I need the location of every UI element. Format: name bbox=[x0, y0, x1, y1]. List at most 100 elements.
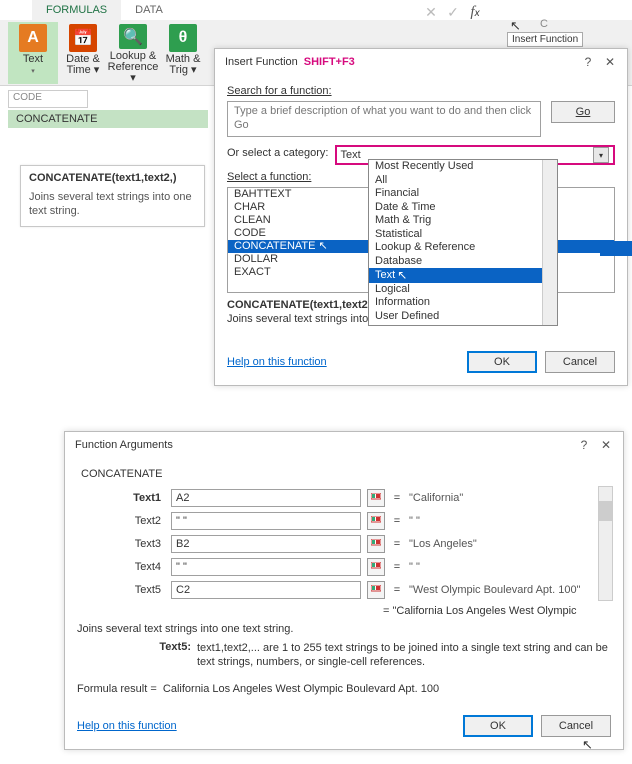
category-item[interactable]: Database bbox=[369, 255, 557, 269]
dialog-title: Function Arguments bbox=[75, 439, 173, 451]
arg-label: Text3 bbox=[77, 538, 165, 550]
text-icon: A bbox=[19, 24, 47, 52]
cancel-formula-icon[interactable]: ✕ bbox=[420, 2, 442, 22]
range-picker-button[interactable] bbox=[367, 512, 385, 530]
tab-data[interactable]: DATA bbox=[121, 0, 177, 20]
argument-row: Text3 = "Los Angeles" bbox=[77, 532, 611, 555]
name-box[interactable]: CODE bbox=[8, 90, 88, 108]
cancel-button[interactable]: Cancel bbox=[541, 715, 611, 737]
ok-button[interactable]: OK bbox=[467, 351, 537, 373]
arg-label: Text5 bbox=[77, 584, 165, 596]
ribbon-math-sub: Trig ▾ bbox=[169, 64, 196, 76]
combined-result: "California Los Angeles West Olympic bbox=[383, 605, 611, 617]
help-link[interactable]: Help on this function bbox=[77, 720, 177, 732]
category-item[interactable]: Lookup & Reference bbox=[369, 241, 557, 255]
theta-icon: θ bbox=[169, 24, 197, 52]
category-item[interactable]: Statistical bbox=[369, 228, 557, 242]
shortcut-label: SHIFT+F3 bbox=[304, 56, 355, 68]
ribbon-lookup-sub: Reference ▾ bbox=[108, 61, 159, 84]
range-picker-button[interactable] bbox=[367, 581, 385, 599]
ribbon-lookup-button[interactable]: 🔍 Lookup &Reference ▾ bbox=[108, 22, 158, 84]
lookup-icon: 🔍 bbox=[119, 24, 147, 49]
equals-icon: = bbox=[391, 515, 403, 527]
ok-button[interactable]: OK bbox=[463, 715, 533, 737]
range-picker-button[interactable] bbox=[367, 558, 385, 576]
category-dropdown: Most Recently UsedAllFinancialDate & Tim… bbox=[368, 159, 558, 326]
arg-result: "Los Angeles" bbox=[409, 538, 477, 550]
ribbon-date-sub: Time ▾ bbox=[67, 64, 100, 76]
arg-label: Text2 bbox=[77, 515, 165, 527]
chevron-down-icon: ▾ bbox=[31, 68, 35, 75]
range-picker-button[interactable] bbox=[367, 535, 385, 553]
arg-result: "California" bbox=[409, 492, 463, 504]
ribbon-math-button[interactable]: θ Math &Trig ▾ bbox=[158, 22, 208, 84]
category-item[interactable]: Text↖ bbox=[369, 268, 557, 283]
arg-input[interactable] bbox=[171, 581, 361, 599]
function-tooltip-desc: Joins several text strings into one text… bbox=[21, 190, 204, 226]
function-name: CONCATENATE bbox=[81, 468, 611, 480]
search-input[interactable]: Type a brief description of what you wan… bbox=[227, 101, 541, 137]
arg-label: Text4 bbox=[77, 561, 165, 573]
function-tooltip-sig: CONCATENATE(text1,text2,) bbox=[21, 166, 204, 190]
calendar-icon: 📅 bbox=[69, 24, 97, 52]
argument-row: Text1 = "California" bbox=[77, 486, 611, 509]
cursor-icon: ↖ bbox=[582, 737, 593, 753]
dialog-title: Insert Function bbox=[225, 56, 298, 68]
close-icon[interactable]: ✕ bbox=[595, 438, 617, 452]
arg-result: " " bbox=[409, 515, 420, 527]
formula-result-value: California Los Angeles West Olympic Boul… bbox=[163, 683, 439, 695]
ribbon-text-button[interactable]: A Text ▾ bbox=[8, 22, 58, 84]
close-icon[interactable]: ✕ bbox=[599, 55, 621, 69]
ribbon-text-label: Text bbox=[23, 53, 43, 65]
equals-icon: = bbox=[391, 492, 403, 504]
category-value: Text bbox=[341, 149, 361, 161]
search-label: Search for a function: bbox=[227, 85, 615, 97]
insert-function-tooltip: Insert Function bbox=[507, 32, 583, 47]
help-link[interactable]: Help on this function bbox=[227, 356, 327, 368]
selection-bar bbox=[600, 241, 632, 256]
arg-input[interactable] bbox=[171, 535, 361, 553]
function-arguments-dialog: Function Arguments ? ✕ CONCATENATE Text1… bbox=[64, 431, 624, 750]
range-picker-button[interactable] bbox=[367, 489, 385, 507]
arg-input[interactable] bbox=[171, 558, 361, 576]
category-label: Or select a category: bbox=[227, 147, 329, 159]
equals-icon: = bbox=[391, 584, 403, 596]
function-tooltip: CONCATENATE(text1,text2,) Joins several … bbox=[20, 165, 205, 227]
arg-result: " " bbox=[409, 561, 420, 573]
ribbon-datetime-button[interactable]: 📅 Date &Time ▾ bbox=[58, 22, 108, 84]
arg-input[interactable] bbox=[171, 512, 361, 530]
arg-detail-label: Text5: bbox=[77, 641, 197, 669]
argument-row: Text5="West Olympic Boulevard Apt. 100" bbox=[77, 578, 611, 601]
insert-function-button[interactable]: fx bbox=[464, 2, 486, 22]
argument-row: Text2 = " " bbox=[77, 509, 611, 532]
category-item[interactable]: Logical bbox=[369, 283, 557, 297]
help-icon[interactable]: ? bbox=[573, 438, 595, 452]
category-item[interactable]: Financial bbox=[369, 187, 557, 201]
chevron-down-icon: ▾ bbox=[593, 147, 609, 163]
go-button[interactable]: Go bbox=[551, 101, 615, 123]
function-dropdown: CONCATENATE bbox=[8, 110, 208, 128]
arg-label: Text1 bbox=[77, 492, 165, 504]
formula-bar: ✕ ✓ fx bbox=[420, 0, 486, 24]
tab-formulas[interactable]: FORMULAS bbox=[32, 0, 121, 20]
insert-function-dialog: Insert Function SHIFT+F3 ? ✕ Search for … bbox=[214, 48, 628, 386]
equals-icon: = bbox=[391, 538, 403, 550]
accept-formula-icon[interactable]: ✓ bbox=[442, 2, 464, 22]
formula-result-label: Formula result = bbox=[77, 683, 157, 695]
function-description: Joins several text strings into one text… bbox=[77, 623, 611, 635]
cancel-button[interactable]: Cancel bbox=[545, 351, 615, 373]
category-item[interactable]: User Defined bbox=[369, 310, 557, 324]
category-item[interactable]: Information bbox=[369, 296, 557, 310]
ribbon-tabs: FORMULAS DATA bbox=[0, 0, 632, 20]
equals-icon: = bbox=[391, 561, 403, 573]
arg-input[interactable] bbox=[171, 489, 361, 507]
help-icon[interactable]: ? bbox=[577, 55, 599, 69]
category-item[interactable]: Most Recently Used bbox=[369, 160, 557, 174]
category-item[interactable]: All bbox=[369, 174, 557, 188]
category-item[interactable]: Date & Time bbox=[369, 201, 557, 215]
argument-row: Text4 = " " bbox=[77, 555, 611, 578]
category-item[interactable]: Math & Trig bbox=[369, 214, 557, 228]
dropdown-item-concatenate[interactable]: CONCATENATE bbox=[8, 110, 208, 128]
scrollbar[interactable] bbox=[598, 486, 613, 601]
scrollbar[interactable] bbox=[542, 160, 557, 325]
